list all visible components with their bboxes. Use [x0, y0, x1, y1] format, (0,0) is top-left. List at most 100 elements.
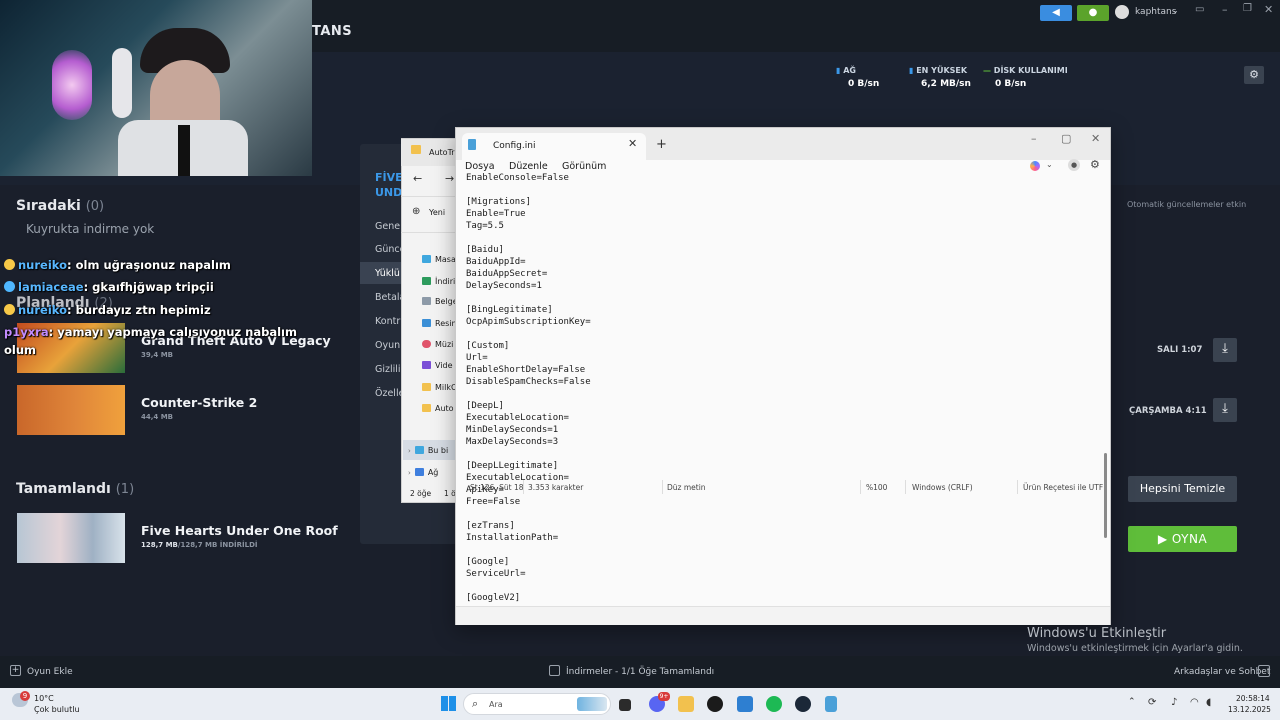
close-icon[interactable]: ✕ — [1264, 3, 1273, 16]
back-arrow-icon[interactable]: ← — [413, 172, 422, 185]
stat-label: AĞ — [843, 66, 856, 75]
activation-watermark-title: Windows'u Etkinleştir — [1027, 626, 1167, 641]
photo-app-icon[interactable] — [737, 696, 753, 712]
download-button[interactable]: ⤓ — [1213, 338, 1237, 362]
nav-item-this-pc[interactable]: › Bu bi — [408, 446, 448, 455]
maximize-icon[interactable]: ▢ — [1061, 132, 1071, 145]
status-divider — [905, 480, 906, 494]
friends-icon[interactable] — [1258, 665, 1270, 677]
volume-icon[interactable]: ◖ — [1206, 697, 1211, 708]
nav-item-music[interactable]: Müzi — [422, 340, 453, 349]
gear-icon: ⚙ — [1249, 68, 1259, 81]
menu-view[interactable]: Görünüm — [562, 161, 606, 172]
play-button[interactable]: ▶ OYNA — [1128, 526, 1237, 552]
close-tab-icon[interactable]: ✕ — [628, 137, 637, 150]
menu-file[interactable]: Dosya — [465, 161, 495, 172]
big-picture-icon[interactable]: ▭ — [1195, 4, 1204, 15]
game-title[interactable]: Five Hearts Under One Roof — [141, 523, 338, 538]
minimize-icon[interactable]: – — [1222, 3, 1228, 16]
notepad-icon[interactable] — [825, 696, 837, 712]
status-divider — [1017, 480, 1018, 494]
nav-item-desktop[interactable]: Masa — [422, 255, 456, 264]
download-button[interactable]: ⤓ — [1213, 398, 1237, 422]
tab-title[interactable]: Config.ini — [493, 141, 535, 151]
explorer-title[interactable]: AutoTr — [429, 148, 455, 157]
folder-icon — [422, 383, 431, 391]
nav-item-folder[interactable]: MilkC — [422, 383, 457, 392]
downloads-status-button[interactable]: İndirmeler - 1/1 Öğe Tamamlandı — [566, 667, 714, 677]
nav-item-downloads[interactable]: İndiri — [422, 277, 455, 286]
nav-item-documents[interactable]: Belge — [422, 297, 458, 306]
notepad-window[interactable]: Config.ini ✕ + – ▢ ✕ Dosya Düzenle Görün… — [455, 127, 1111, 625]
settings-item[interactable]: Gizlili — [375, 364, 401, 375]
status-bar — [456, 606, 1110, 625]
spotify-icon[interactable] — [766, 696, 782, 712]
vertical-scrollbar[interactable] — [1104, 453, 1107, 538]
activation-watermark-subtitle: Windows'u etkinleştirmek için Ayarlar'a … — [1027, 643, 1243, 654]
account-icon[interactable]: ● — [1068, 159, 1080, 171]
game-title[interactable]: Counter-Strike 2 — [141, 395, 257, 410]
chevron-up-icon[interactable]: ⌃ — [1128, 697, 1136, 707]
settings-item[interactable]: Kontr — [375, 316, 400, 327]
new-tab-icon[interactable]: + — [656, 137, 667, 152]
add-game-button[interactable]: Oyun Ekle — [27, 667, 73, 677]
task-view-icon[interactable] — [619, 699, 631, 711]
start-icon[interactable] — [441, 696, 456, 711]
title-line: FİVE — [375, 171, 403, 184]
badge-icon — [4, 259, 15, 270]
nav-item-pictures[interactable]: Resim — [422, 319, 459, 328]
sync-icon[interactable]: ⟳ — [1148, 697, 1156, 708]
chat-text: : burdayız ztn hepimiz — [67, 303, 211, 317]
weather-desc[interactable]: Çok bulutlu — [34, 705, 80, 714]
menu-edit[interactable]: Düzenle — [509, 161, 548, 172]
chevron-right-icon: › — [408, 447, 411, 455]
document-icon — [422, 297, 431, 305]
close-icon[interactable]: ✕ — [1091, 132, 1100, 145]
weather-temp[interactable]: 10°C — [34, 694, 54, 703]
forward-arrow-icon[interactable]: → — [445, 172, 454, 185]
status-encoding: Ürün Reçetesi ile UTF — [1023, 483, 1104, 492]
person-tie — [178, 125, 190, 176]
settings-item[interactable]: Oyun — [375, 340, 400, 351]
copilot-icon[interactable] — [1030, 161, 1040, 171]
chevron-down-icon[interactable]: ⌄ — [1172, 6, 1179, 15]
status-eol: Windows (CRLF) — [912, 483, 973, 492]
gear-icon[interactable]: ⚙ — [1090, 158, 1100, 171]
username[interactable]: kaphtans — [1135, 7, 1176, 17]
game-app-icon[interactable] — [707, 696, 723, 712]
clear-all-button[interactable]: Hepsini Temizle — [1128, 476, 1237, 502]
settings-item[interactable]: Yüklü — [375, 268, 400, 279]
restore-icon[interactable]: ❐ — [1243, 3, 1252, 14]
chevron-down-icon[interactable]: ⌄ — [1046, 160, 1053, 169]
clock-time[interactable]: 20:58:14 — [1236, 694, 1270, 703]
nav-item-folder[interactable]: Auto — [422, 404, 454, 413]
new-button[interactable]: Yeni — [429, 208, 445, 217]
announce-button[interactable]: ◀ — [1040, 5, 1072, 21]
selection-count: 1 ö — [444, 489, 456, 498]
clock-date[interactable]: 13.12.2025 — [1228, 705, 1271, 714]
chat-text: : yamayı yapmaya calısıyonuz nabalım — [48, 325, 297, 339]
queue-empty-text: Kuyrukta indirme yok — [26, 222, 155, 236]
avatar[interactable] — [1115, 5, 1129, 19]
steam-icon[interactable] — [795, 696, 811, 712]
settings-item[interactable]: Genel — [375, 221, 403, 232]
game-row-cs2[interactable]: Counter-Strike 2 44,4 MB — [17, 385, 357, 435]
friends-chat-button[interactable]: Arkadaşlar ve Sohbet — [1174, 667, 1270, 677]
nav-item-network[interactable]: › Ağ — [408, 468, 438, 477]
nav-item-videos[interactable]: Vide — [422, 361, 453, 370]
microphone-icon[interactable]: ♪ — [1171, 697, 1177, 708]
minimize-icon[interactable]: – — [1031, 132, 1037, 145]
tab-config-ini[interactable] — [462, 133, 646, 160]
notification-button[interactable]: ● — [1077, 5, 1109, 21]
game-row-five-hearts[interactable]: Five Hearts Under One Roof 128,7 MB/128,… — [17, 513, 357, 563]
chat-user: p1yxra — [4, 325, 49, 339]
wifi-icon[interactable]: ◠ — [1190, 697, 1199, 708]
editor-textarea[interactable]: EnableConsole=False [Migrations] Enable=… — [466, 172, 1091, 602]
picture-icon — [422, 319, 431, 327]
stat-network: ▮ AĞ 0 B/sn — [836, 66, 879, 89]
file-explorer-icon[interactable] — [678, 696, 694, 712]
settings-gear-button[interactable]: ⚙ — [1244, 66, 1264, 84]
game-thumbnail — [17, 385, 125, 435]
add-icon[interactable]: + — [10, 665, 21, 676]
stat-value: 0 B/sn — [848, 79, 880, 89]
